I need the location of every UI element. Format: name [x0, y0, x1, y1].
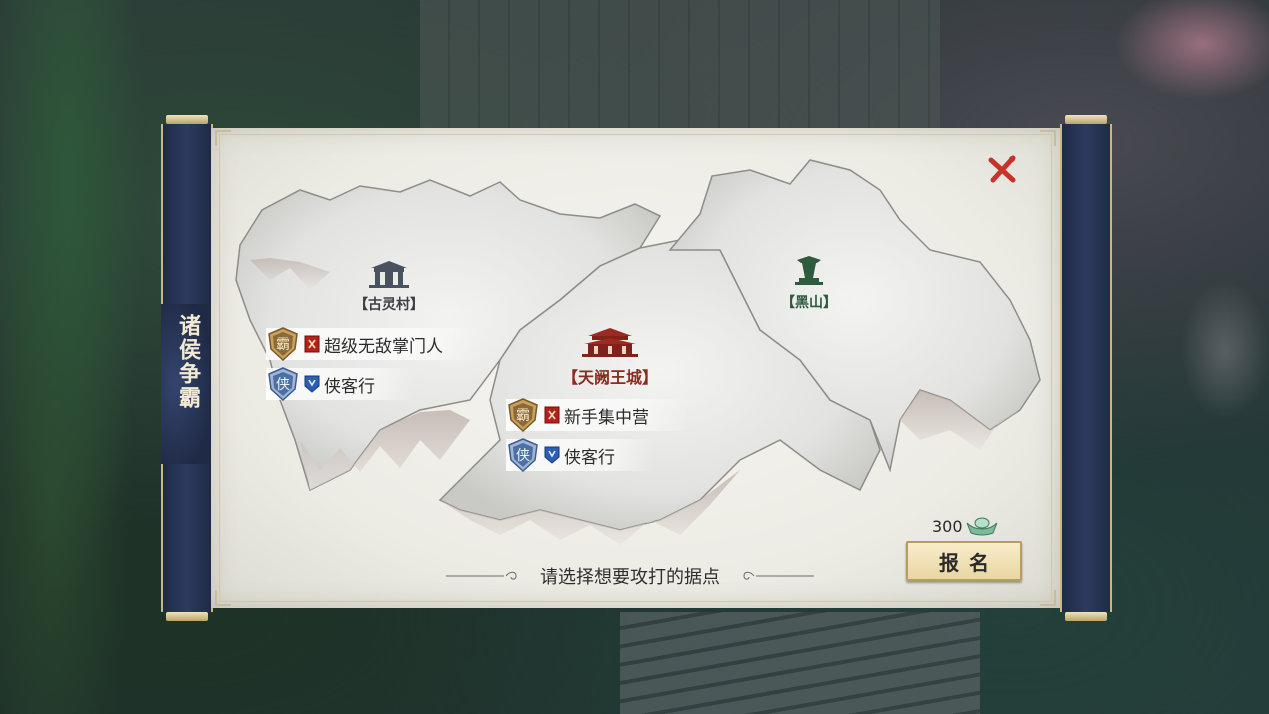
owner-row-xia: 侠 侠客行 — [506, 438, 655, 472]
tower-icon — [795, 256, 823, 285]
guild-name: 新手集中营 — [564, 407, 649, 428]
xia-shield-icon: 侠 — [508, 438, 538, 472]
close-icon — [988, 155, 1016, 183]
owner-row-ba: 霸 超级无敌掌门人 — [266, 327, 483, 361]
red-flag-icon — [304, 335, 320, 353]
ba-shield-icon: 霸 — [508, 398, 538, 432]
svg-text:霸: 霸 — [516, 408, 530, 424]
blue-flag-icon — [304, 375, 320, 393]
close-button[interactable] — [985, 152, 1019, 186]
signup-cost: 300 — [932, 514, 999, 538]
location-black-mountain[interactable]: 【黑山】 — [774, 254, 844, 312]
location-name: 【天阙王城】 — [561, 368, 658, 387]
red-flag-icon — [544, 406, 560, 424]
blue-flag-icon — [544, 446, 560, 464]
ba-shield-icon: 霸 — [268, 327, 298, 361]
location-ancient-village[interactable]: 【古灵村】 — [344, 258, 434, 314]
signup-button-label: 报名 — [939, 550, 999, 575]
location-name: 【黑山】 — [781, 295, 837, 311]
ornament-right-icon — [743, 571, 814, 580]
location-name: 【古灵村】 — [354, 297, 424, 313]
signup-button[interactable]: 报名 — [906, 541, 1022, 581]
gate-icon — [369, 261, 409, 288]
ornament-left-icon — [446, 571, 517, 580]
hint-text: 请选择想要攻打的据点 — [540, 567, 720, 588]
xia-shield-icon: 侠 — [268, 367, 298, 401]
guild-name: 超级无敌掌门人 — [324, 336, 443, 357]
cost-value: 300 — [932, 516, 963, 536]
owner-row-ba: 霸 新手集中营 — [506, 398, 689, 432]
svg-text:侠: 侠 — [516, 448, 530, 464]
silver-ingot-icon — [966, 517, 998, 536]
location-capital[interactable]: 【天阙王城】 — [548, 326, 672, 388]
svg-text:霸: 霸 — [276, 337, 290, 353]
hint-bar: 请选择想要攻打的据点 — [420, 562, 840, 590]
svg-text:侠: 侠 — [276, 377, 290, 393]
palace-icon — [582, 328, 638, 357]
guild-name: 侠客行 — [564, 447, 615, 468]
owner-row-xia: 侠 侠客行 — [266, 367, 415, 401]
guild-name: 侠客行 — [324, 376, 375, 397]
